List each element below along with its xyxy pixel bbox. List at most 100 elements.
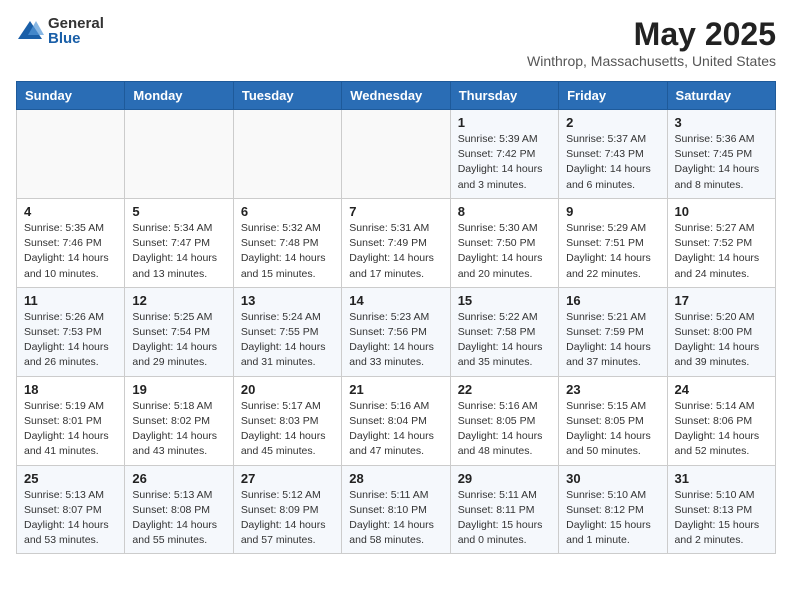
day-info: Sunrise: 5:13 AM Sunset: 8:07 PM Dayligh… [24, 488, 117, 549]
calendar-cell: 24Sunrise: 5:14 AM Sunset: 8:06 PM Dayli… [667, 376, 775, 465]
day-number: 6 [241, 204, 334, 219]
day-info: Sunrise: 5:23 AM Sunset: 7:56 PM Dayligh… [349, 310, 442, 371]
day-number: 28 [349, 471, 442, 486]
calendar-cell: 16Sunrise: 5:21 AM Sunset: 7:59 PM Dayli… [559, 287, 667, 376]
day-number: 21 [349, 382, 442, 397]
weekday-header-tuesday: Tuesday [233, 82, 341, 110]
day-number: 4 [24, 204, 117, 219]
day-info: Sunrise: 5:30 AM Sunset: 7:50 PM Dayligh… [458, 221, 551, 282]
page-header: General Blue May 2025 Winthrop, Massachu… [16, 16, 776, 69]
calendar-table: SundayMondayTuesdayWednesdayThursdayFrid… [16, 81, 776, 554]
calendar-cell: 30Sunrise: 5:10 AM Sunset: 8:12 PM Dayli… [559, 465, 667, 554]
calendar-cell: 25 Sunrise: 5:13 AM Sunset: 8:07 PM Dayli… [17, 465, 125, 554]
calendar-cell: 10 Sunrise: 5:27 AM Sunset: 7:52 PM Dayli… [667, 198, 775, 287]
month-title: May 2025 [527, 16, 776, 53]
day-number: 13 [241, 293, 334, 308]
title-area: May 2025 Winthrop, Massachusetts, United… [527, 16, 776, 69]
calendar-cell: 17 Sunrise: 5:20 AM Sunset: 8:00 PM Dayli… [667, 287, 775, 376]
calendar-week-row: 4 Sunrise: 5:35 AM Sunset: 7:46 PM Daylig… [17, 198, 776, 287]
day-info: Sunrise: 5:22 AM Sunset: 7:58 PM Dayligh… [458, 310, 551, 371]
calendar-week-row: 25 Sunrise: 5:13 AM Sunset: 8:07 PM Dayli… [17, 465, 776, 554]
calendar-cell: 18Sunrise: 5:19 AM Sunset: 8:01 PM Dayli… [17, 376, 125, 465]
day-info: Sunrise: 5:16 AM Sunset: 8:05 PM Dayligh… [458, 399, 551, 460]
day-number: 25 [24, 471, 117, 486]
day-number: 10 [675, 204, 768, 219]
calendar-cell: 31 Sunrise: 5:10 AM Sunset: 8:13 PM Dayli… [667, 465, 775, 554]
day-info: Sunrise: 5:35 AM Sunset: 7:46 PM Dayligh… [24, 221, 117, 282]
calendar-cell: 11Sunrise: 5:26 AM Sunset: 7:53 PM Dayli… [17, 287, 125, 376]
day-number: 14 [349, 293, 442, 308]
day-info: Sunrise: 5:31 AM Sunset: 7:49 PM Dayligh… [349, 221, 442, 282]
day-info: Sunrise: 5:13 AM Sunset: 8:08 PM Dayligh… [132, 488, 225, 549]
calendar-cell [125, 110, 233, 199]
calendar-cell: 14 Sunrise: 5:23 AM Sunset: 7:56 PM Dayli… [342, 287, 450, 376]
weekday-header-monday: Monday [125, 82, 233, 110]
logo-general-text: General [48, 16, 104, 31]
day-number: 12 [132, 293, 225, 308]
day-number: 16 [566, 293, 659, 308]
day-number: 5 [132, 204, 225, 219]
day-number: 1 [458, 115, 551, 130]
calendar-cell: 21 Sunrise: 5:16 AM Sunset: 8:04 PM Dayli… [342, 376, 450, 465]
weekday-header-row: SundayMondayTuesdayWednesdayThursdayFrid… [17, 82, 776, 110]
calendar-cell: 12Sunrise: 5:25 AM Sunset: 7:54 PM Dayli… [125, 287, 233, 376]
logo-icon [16, 17, 44, 45]
day-number: 17 [675, 293, 768, 308]
calendar-cell: 15 Sunrise: 5:22 AM Sunset: 7:58 PM Dayli… [450, 287, 558, 376]
day-info: Sunrise: 5:37 AM Sunset: 7:43 PM Dayligh… [566, 132, 659, 193]
day-info: Sunrise: 5:17 AM Sunset: 8:03 PM Dayligh… [241, 399, 334, 460]
location-subtitle: Winthrop, Massachusetts, United States [527, 53, 776, 69]
calendar-cell: 7 Sunrise: 5:31 AM Sunset: 7:49 PM Daylig… [342, 198, 450, 287]
day-info: Sunrise: 5:10 AM Sunset: 8:12 PM Dayligh… [566, 488, 659, 549]
day-number: 22 [458, 382, 551, 397]
day-number: 31 [675, 471, 768, 486]
calendar-cell: 2 Sunrise: 5:37 AM Sunset: 7:43 PM Daylig… [559, 110, 667, 199]
day-number: 27 [241, 471, 334, 486]
day-info: Sunrise: 5:34 AM Sunset: 7:47 PM Dayligh… [132, 221, 225, 282]
calendar-cell: 23 Sunrise: 5:15 AM Sunset: 8:05 PM Dayli… [559, 376, 667, 465]
calendar-week-row: 1Sunrise: 5:39 AM Sunset: 7:42 PM Daylig… [17, 110, 776, 199]
day-info: Sunrise: 5:27 AM Sunset: 7:52 PM Dayligh… [675, 221, 768, 282]
calendar-cell: 3Sunrise: 5:36 AM Sunset: 7:45 PM Daylig… [667, 110, 775, 199]
day-info: Sunrise: 5:12 AM Sunset: 8:09 PM Dayligh… [241, 488, 334, 549]
calendar-cell: 1Sunrise: 5:39 AM Sunset: 7:42 PM Daylig… [450, 110, 558, 199]
day-number: 3 [675, 115, 768, 130]
calendar-cell: 20 Sunrise: 5:17 AM Sunset: 8:03 PM Dayli… [233, 376, 341, 465]
day-number: 26 [132, 471, 225, 486]
weekday-header-wednesday: Wednesday [342, 82, 450, 110]
weekday-header-sunday: Sunday [17, 82, 125, 110]
day-number: 29 [458, 471, 551, 486]
calendar-cell: 4 Sunrise: 5:35 AM Sunset: 7:46 PM Daylig… [17, 198, 125, 287]
logo: General Blue [16, 16, 104, 46]
calendar-cell: 22 Sunrise: 5:16 AM Sunset: 8:05 PM Dayli… [450, 376, 558, 465]
day-info: Sunrise: 5:24 AM Sunset: 7:55 PM Dayligh… [241, 310, 334, 371]
calendar-cell [342, 110, 450, 199]
day-number: 7 [349, 204, 442, 219]
day-number: 8 [458, 204, 551, 219]
day-info: Sunrise: 5:15 AM Sunset: 8:05 PM Dayligh… [566, 399, 659, 460]
day-number: 23 [566, 382, 659, 397]
day-info: Sunrise: 5:20 AM Sunset: 8:00 PM Dayligh… [675, 310, 768, 371]
calendar-cell [17, 110, 125, 199]
day-number: 2 [566, 115, 659, 130]
day-number: 11 [24, 293, 117, 308]
day-number: 9 [566, 204, 659, 219]
weekday-header-thursday: Thursday [450, 82, 558, 110]
day-info: Sunrise: 5:10 AM Sunset: 8:13 PM Dayligh… [675, 488, 768, 549]
calendar-cell: 29 Sunrise: 5:11 AM Sunset: 8:11 PM Dayli… [450, 465, 558, 554]
day-info: Sunrise: 5:32 AM Sunset: 7:48 PM Dayligh… [241, 221, 334, 282]
day-info: Sunrise: 5:19 AM Sunset: 8:01 PM Dayligh… [24, 399, 117, 460]
day-number: 15 [458, 293, 551, 308]
calendar-cell: 28Sunrise: 5:11 AM Sunset: 8:10 PM Dayli… [342, 465, 450, 554]
day-info: Sunrise: 5:14 AM Sunset: 8:06 PM Dayligh… [675, 399, 768, 460]
day-info: Sunrise: 5:16 AM Sunset: 8:04 PM Dayligh… [349, 399, 442, 460]
logo-blue-text: Blue [48, 31, 104, 46]
calendar-cell: 6 Sunrise: 5:32 AM Sunset: 7:48 PM Daylig… [233, 198, 341, 287]
calendar-cell [233, 110, 341, 199]
calendar-cell: 5 Sunrise: 5:34 AM Sunset: 7:47 PM Daylig… [125, 198, 233, 287]
day-number: 19 [132, 382, 225, 397]
calendar-cell: 27 Sunrise: 5:12 AM Sunset: 8:09 PM Dayli… [233, 465, 341, 554]
calendar-cell: 26 Sunrise: 5:13 AM Sunset: 8:08 PM Dayli… [125, 465, 233, 554]
day-number: 20 [241, 382, 334, 397]
day-info: Sunrise: 5:11 AM Sunset: 8:11 PM Dayligh… [458, 488, 551, 549]
